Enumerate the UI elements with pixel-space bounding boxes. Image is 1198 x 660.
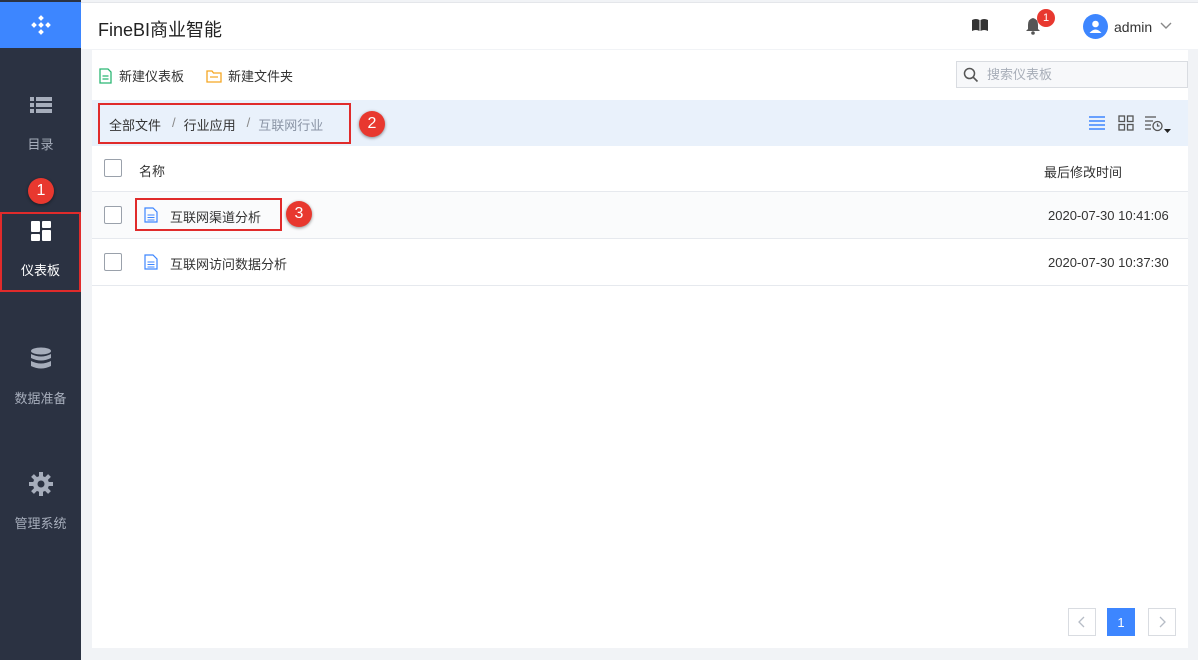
prev-page-button[interactable] bbox=[1068, 608, 1096, 636]
breadcrumb-item-industry[interactable]: 行业应用 bbox=[184, 115, 236, 134]
row-checkbox[interactable] bbox=[104, 206, 122, 224]
annotation-marker-1: 1 bbox=[28, 178, 54, 204]
grid-view-icon[interactable] bbox=[1118, 115, 1134, 131]
list-icon bbox=[28, 92, 54, 118]
gear-icon bbox=[28, 471, 54, 497]
dashboard-grid-icon bbox=[28, 218, 54, 244]
app-window: 目录 仪表板 数据准备 管理系统 FineBI商业智能 1 admin 新建仪表… bbox=[0, 0, 1198, 660]
sidebar-item-label: 管理系统 bbox=[14, 516, 67, 531]
breadcrumb-separator: / bbox=[246, 115, 251, 130]
file-name[interactable]: 互联网访问数据分析 bbox=[170, 254, 287, 273]
database-icon bbox=[28, 346, 54, 372]
modified-time: 2020-07-30 10:41:06 bbox=[1048, 208, 1169, 223]
chevron-left-icon bbox=[1078, 616, 1085, 628]
main-panel: 新建仪表板 新建文件夹 全部文件 / 行业应用 / 互联网行业 bbox=[92, 50, 1188, 648]
sidebar-item-label: 仪表板 bbox=[20, 263, 60, 278]
row-checkbox[interactable] bbox=[104, 253, 122, 271]
new-dashboard-label: 新建仪表板 bbox=[119, 69, 185, 84]
new-dashboard-button[interactable]: 新建仪表板 bbox=[98, 66, 184, 85]
sidebar: 目录 仪表板 数据准备 管理系统 bbox=[0, 0, 81, 660]
user-name[interactable]: admin bbox=[1114, 19, 1152, 35]
sidebar-item-data-prep[interactable]: 数据准备 bbox=[0, 346, 81, 407]
folder-icon bbox=[206, 69, 222, 83]
breadcrumb-item-current: 互联网行业 bbox=[258, 118, 324, 133]
annotation-marker-3: 3 bbox=[286, 201, 312, 227]
table-row[interactable]: 互联网访问数据分析 2020-07-30 10:37:30 bbox=[92, 239, 1188, 286]
column-header-name[interactable]: 名称 bbox=[139, 161, 165, 180]
breadcrumb-bar: 全部文件 / 行业应用 / 互联网行业 bbox=[92, 100, 1188, 146]
sidebar-item-dashboard[interactable]: 仪表板 bbox=[0, 218, 81, 279]
sort-time-icon[interactable] bbox=[1144, 115, 1172, 135]
page-number-button[interactable]: 1 bbox=[1107, 608, 1135, 636]
avatar[interactable] bbox=[1083, 14, 1108, 39]
table-row[interactable]: 互联网渠道分析 2020-07-30 10:41:06 bbox=[92, 192, 1188, 239]
breadcrumb-item-all-files[interactable]: 全部文件 bbox=[109, 115, 161, 134]
table-header: 名称 最后修改时间 bbox=[92, 146, 1188, 192]
new-dashboard-icon bbox=[99, 67, 112, 84]
sidebar-item-catalog[interactable]: 目录 bbox=[0, 92, 81, 153]
chevron-right-icon bbox=[1159, 616, 1166, 628]
dashboard-file-icon bbox=[144, 254, 158, 270]
dashboard-file-icon bbox=[144, 207, 158, 223]
next-page-button[interactable] bbox=[1148, 608, 1176, 636]
column-header-modified[interactable]: 最后修改时间 bbox=[1044, 162, 1122, 181]
new-folder-button[interactable]: 新建文件夹 bbox=[206, 66, 293, 85]
notification-badge: 1 bbox=[1037, 9, 1055, 27]
list-view-icon[interactable] bbox=[1088, 115, 1106, 131]
view-toggle-group bbox=[1088, 113, 1188, 135]
sidebar-item-label: 目录 bbox=[27, 137, 54, 152]
breadcrumb-separator: / bbox=[172, 115, 176, 130]
sidebar-item-management[interactable]: 管理系统 bbox=[0, 471, 81, 532]
top-header: FineBI商业智能 1 admin bbox=[81, 2, 1198, 49]
search-box[interactable] bbox=[956, 61, 1188, 88]
new-folder-label: 新建文件夹 bbox=[228, 69, 294, 84]
logo[interactable] bbox=[0, 2, 81, 48]
modified-time: 2020-07-30 10:37:30 bbox=[1048, 255, 1169, 270]
app-title: FineBI商业智能 bbox=[98, 20, 223, 40]
search-input[interactable] bbox=[987, 67, 1167, 82]
file-name[interactable]: 互联网渠道分析 bbox=[170, 207, 261, 226]
logo-icon bbox=[30, 15, 51, 35]
sidebar-item-label: 数据准备 bbox=[14, 391, 67, 406]
search-icon bbox=[963, 67, 979, 82]
annotation-marker-2: 2 bbox=[359, 111, 385, 137]
chevron-down-icon[interactable] bbox=[1159, 18, 1173, 35]
breadcrumb: 全部文件 / 行业应用 / 互联网行业 bbox=[109, 115, 323, 134]
book-icon[interactable] bbox=[971, 17, 989, 36]
select-all-checkbox[interactable] bbox=[104, 159, 122, 177]
